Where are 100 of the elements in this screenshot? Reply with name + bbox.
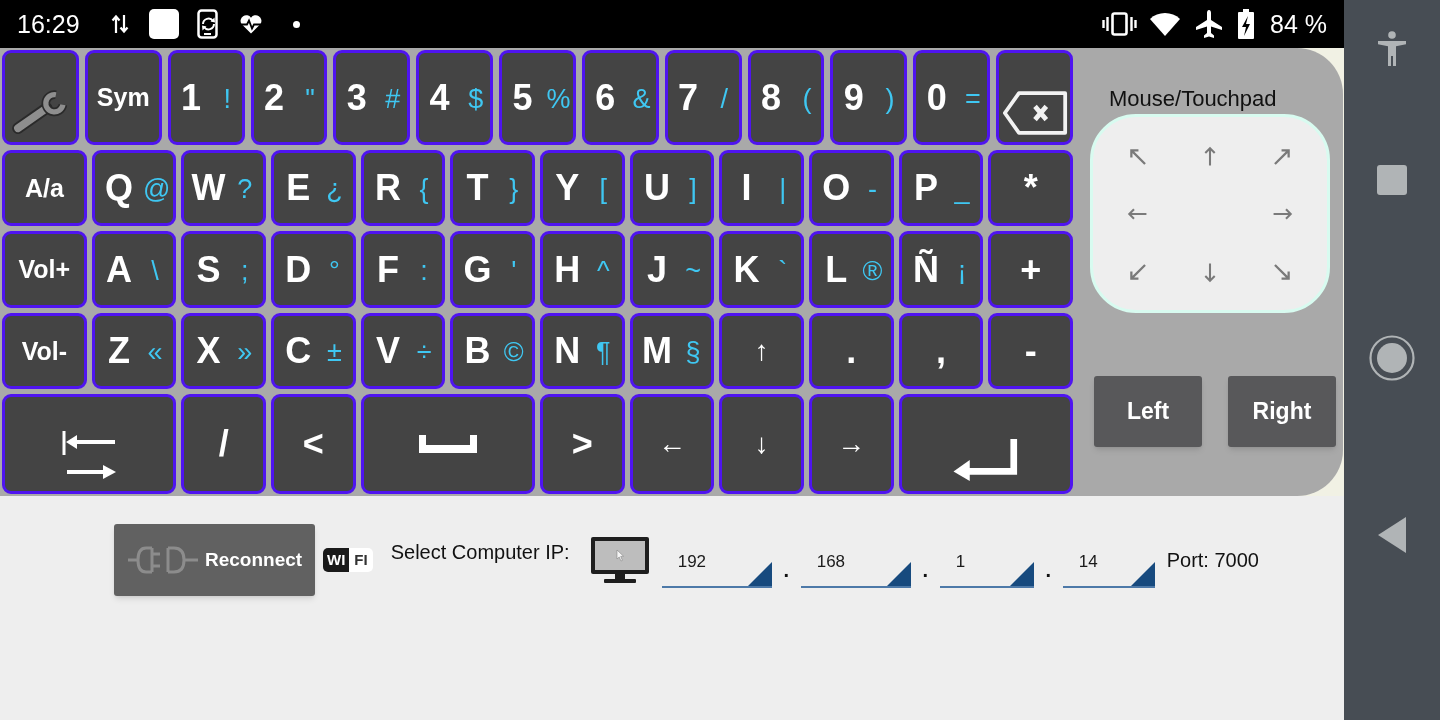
keyboard-key[interactable]: , — [898, 313, 984, 389]
keyboard-key[interactable]: 8 ( — [747, 50, 825, 145]
keyboard-key[interactable]: 0 = — [913, 50, 991, 145]
keyboard-key[interactable]: T } — [450, 150, 535, 226]
arrow-up-icon — [1204, 145, 1216, 168]
airplane-icon — [1194, 9, 1224, 39]
keyboard-key[interactable]: + — [988, 231, 1073, 308]
right-click-button[interactable]: Right — [1228, 376, 1336, 447]
keyboard-key[interactable] — [360, 394, 535, 494]
wifi-logo: WI FI — [323, 548, 373, 572]
keyboard-key[interactable]: U ] — [629, 150, 715, 226]
heart-pulse-icon — [238, 14, 263, 34]
corner-triangle-icon — [1130, 562, 1155, 586]
keyboard-key[interactable]: - — [988, 313, 1073, 389]
keyboard-key[interactable]: A/a — [2, 150, 87, 226]
keyboard-key[interactable]: Ñ ¡ — [898, 231, 984, 308]
keyboard-key[interactable]: ↑ — [719, 313, 804, 389]
keyboard-key[interactable]: J ~ — [629, 231, 715, 308]
left-click-button[interactable]: Left — [1094, 376, 1202, 447]
keyboard-key[interactable]: N ¶ — [540, 313, 625, 389]
keyboard-key[interactable]: 2 " — [250, 50, 328, 145]
keyboard-key[interactable]: / — [181, 394, 266, 494]
keyboard-key[interactable]: 3 # — [333, 50, 411, 145]
keyboard-key[interactable]: A \ — [91, 231, 177, 308]
arrow-down-left-icon — [1128, 264, 1146, 282]
keyboard-key[interactable]: > — [540, 394, 625, 494]
ip-field[interactable]: 14 — [1062, 540, 1155, 588]
touchpad-title: Mouse/Touchpad — [1109, 86, 1277, 112]
battery-percentage: 84 % — [1270, 11, 1327, 37]
reconnect-button[interactable]: Reconnect — [114, 524, 315, 596]
vibrate-icon — [1102, 12, 1137, 36]
keyboard-key[interactable] — [996, 50, 1073, 145]
keyboard-key[interactable]: W ? — [181, 150, 266, 226]
keyboard-key[interactable]: < — [271, 394, 356, 494]
keyboard-key[interactable]: C ± — [271, 313, 356, 389]
arrow-left-icon — [1126, 208, 1149, 221]
keyboard-key[interactable]: V ÷ — [360, 313, 446, 389]
keyboard-key[interactable] — [898, 394, 1073, 494]
keyboard-key[interactable]: I | — [719, 150, 804, 226]
keyboard-key[interactable] — [2, 394, 177, 494]
keyboard-key[interactable]: F : — [360, 231, 446, 308]
ip-label: Select Computer IP: — [390, 540, 571, 564]
keyboard-key[interactable]: Y [ — [540, 150, 625, 226]
accessibility-icon[interactable] — [1377, 31, 1407, 67]
back-icon[interactable] — [1378, 517, 1406, 553]
corner-triangle-icon — [886, 562, 911, 586]
monitor-icon — [590, 537, 649, 583]
keyboard-key[interactable]: D ° — [271, 231, 356, 308]
keyboard-key[interactable]: 6 & — [581, 50, 659, 145]
ip-separator: . — [921, 560, 929, 580]
keyboard-key[interactable]: ↓ — [719, 394, 804, 494]
keyboard-key[interactable]: 1 ! — [167, 50, 245, 145]
keyboard-key[interactable] — [2, 50, 79, 145]
port-label: Port: 7000 — [1166, 548, 1259, 572]
keyboard-key[interactable]: L ® — [809, 231, 894, 308]
keyboard-key[interactable]: H ^ — [540, 231, 625, 308]
data-arrows-icon — [110, 14, 129, 34]
arrow-up-right-icon — [1274, 147, 1292, 165]
keyboard-key[interactable]: B © — [450, 313, 535, 389]
keyboard-key[interactable]: O - — [809, 150, 894, 226]
keyboard-key[interactable]: → — [809, 394, 894, 494]
ip-separator: . — [782, 560, 790, 580]
arrow-down-icon — [1204, 261, 1216, 284]
backspace-icon — [1001, 90, 1068, 136]
keyboard-key[interactable]: Vol+ — [2, 231, 87, 308]
keyboard-key[interactable]: P _ — [898, 150, 984, 226]
keyboard-key[interactable]: Sym — [84, 50, 162, 145]
ip-field[interactable]: 168 — [800, 540, 911, 588]
battery-charging-icon — [1238, 9, 1254, 39]
keyboard-key[interactable]: K ` — [719, 231, 804, 308]
arrow-right-icon — [1271, 208, 1294, 221]
corner-triangle-icon — [747, 562, 772, 586]
square-icon — [148, 9, 179, 39]
keyboard-key[interactable]: 9 ) — [830, 50, 908, 145]
home-icon[interactable] — [1369, 335, 1415, 381]
keyboard-key[interactable]: Z « — [91, 313, 177, 389]
keyboard-key[interactable]: S ; — [181, 231, 266, 308]
keyboard-key[interactable]: M § — [629, 313, 715, 389]
wifi-icon — [1150, 12, 1180, 36]
space-bar-icon — [418, 435, 477, 453]
keyboard-key[interactable]: Vol- — [2, 313, 87, 389]
keyboard-key[interactable]: G ' — [450, 231, 535, 308]
clock-time: 16:29 — [17, 11, 80, 37]
ip-field[interactable]: 1 — [939, 540, 1034, 588]
keyboard-key[interactable]: * — [988, 150, 1073, 226]
keyboard-key[interactable]: ← — [629, 394, 715, 494]
keyboard-key[interactable]: X » — [181, 313, 266, 389]
keyboard-key[interactable]: Q @ — [91, 150, 177, 226]
return-arrow-icon — [951, 437, 1020, 481]
keyboard-key[interactable]: 4 $ — [416, 50, 494, 145]
ip-field[interactable]: 192 — [661, 540, 772, 588]
keyboard-key[interactable]: R { — [360, 150, 446, 226]
phone-sync-icon — [196, 9, 221, 39]
keyboard-key[interactable]: 5 % — [499, 50, 576, 145]
arrow-up-left-icon — [1128, 147, 1146, 165]
keyboard-key[interactable]: E ¿ — [271, 150, 356, 226]
keyboard-key[interactable]: . — [809, 313, 894, 389]
keyboard-key[interactable]: 7 / — [664, 50, 742, 145]
corner-triangle-icon — [1009, 562, 1034, 586]
arrow-down-right-icon — [1274, 264, 1292, 282]
